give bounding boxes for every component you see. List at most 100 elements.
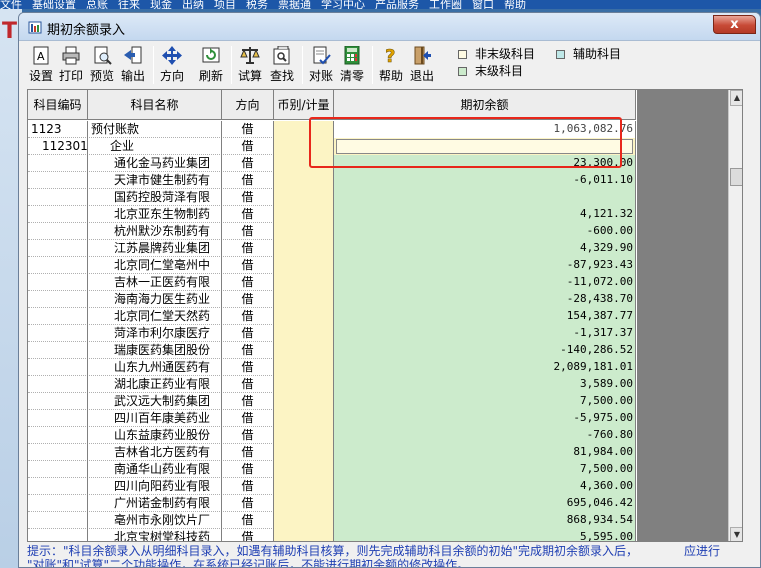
cell-name[interactable]: 预付账款: [88, 121, 222, 138]
cell-name[interactable]: 南通华山药业有限: [88, 461, 222, 478]
cell-amount[interactable]: 868,934.54: [334, 512, 636, 529]
scroll-down-icon[interactable]: ▼: [730, 527, 742, 541]
app-menu-item[interactable]: 学习中心: [321, 0, 365, 9]
cell-amount[interactable]: -1,317.37: [334, 325, 636, 342]
cell-name[interactable]: 四川百年康美药业: [88, 410, 222, 427]
cell-code[interactable]: [28, 308, 88, 325]
cell-direction[interactable]: 借: [222, 172, 274, 189]
table-row[interactable]: 海南海力医生药业借 -28,438.70: [28, 291, 636, 308]
cell-name[interactable]: 北京同仁堂天然药: [88, 308, 222, 325]
table-row[interactable]: 四川百年康美药业借 -5,975.00: [28, 410, 636, 427]
cell-direction[interactable]: 借: [222, 121, 274, 138]
table-row[interactable]: 国药控股菏泽有限借: [28, 189, 636, 206]
cell-amount[interactable]: -28,438.70: [334, 291, 636, 308]
table-row[interactable]: 广州诺金制药有限借 695,046.42: [28, 495, 636, 512]
cell-code[interactable]: [28, 512, 88, 529]
cell-name[interactable]: 北京亚东生物制药: [88, 206, 222, 223]
app-menu-item[interactable]: 项目: [214, 0, 236, 9]
print-button[interactable]: 打印: [57, 46, 85, 86]
table-row[interactable]: 武汉远大制药集团借 7,500.00: [28, 393, 636, 410]
cell-name[interactable]: 吉林省北方医药有: [88, 444, 222, 461]
cell-currency[interactable]: [274, 121, 334, 138]
cell-code[interactable]: [28, 155, 88, 172]
table-row[interactable]: 杭州默沙东制药有借 -600.00: [28, 223, 636, 240]
cell-name[interactable]: 菏泽市利尔康医疗: [88, 325, 222, 342]
cell-code[interactable]: [28, 461, 88, 478]
cell-name[interactable]: 国药控股菏泽有限: [88, 189, 222, 206]
cell-name[interactable]: 湖北康正药业有限: [88, 376, 222, 393]
cell-currency[interactable]: [274, 240, 334, 257]
table-row[interactable]: 湖北康正药业有限借 3,589.00: [28, 376, 636, 393]
cell-amount[interactable]: 5,595.00: [334, 529, 636, 541]
cell-code[interactable]: [28, 206, 88, 223]
cell-code[interactable]: [28, 257, 88, 274]
cell-amount[interactable]: 3,589.00: [334, 376, 636, 393]
table-row[interactable]: 北京宝树堂科技药借 5,595.00: [28, 529, 636, 541]
cell-name[interactable]: 广州诺金制药有限: [88, 495, 222, 512]
find-button[interactable]: 查找: [268, 46, 296, 86]
app-menu-item[interactable]: 税务: [246, 0, 268, 9]
cell-currency[interactable]: [274, 189, 334, 206]
cell-name[interactable]: 通化金马药业集团: [88, 155, 222, 172]
direction-button[interactable]: 方向: [158, 46, 186, 86]
app-menu-item[interactable]: 产品服务: [375, 0, 419, 9]
cell-currency[interactable]: [274, 257, 334, 274]
cell-currency[interactable]: [274, 325, 334, 342]
cell-amount[interactable]: 2,089,181.01: [334, 359, 636, 376]
cell-direction[interactable]: 借: [222, 155, 274, 172]
reconcile-button[interactable]: 对账: [307, 46, 335, 86]
cell-currency[interactable]: [274, 512, 334, 529]
cell-code[interactable]: [28, 342, 88, 359]
cell-code[interactable]: [28, 189, 88, 206]
cell-direction[interactable]: 借: [222, 274, 274, 291]
app-menu-item[interactable]: 出纳: [182, 0, 204, 9]
cell-direction[interactable]: 借: [222, 444, 274, 461]
table-row[interactable]: 南通华山药业有限借 7,500.00: [28, 461, 636, 478]
app-menu-item[interactable]: 窗口: [472, 0, 494, 9]
cell-amount[interactable]: -5,975.00: [334, 410, 636, 427]
header-amount[interactable]: 期初余额: [334, 90, 636, 120]
cell-code[interactable]: [28, 410, 88, 427]
cell-amount[interactable]: 1,063,082.76: [334, 121, 636, 138]
cell-code[interactable]: [28, 529, 88, 541]
table-row[interactable]: 山东九州通医药有借 2,089,181.01: [28, 359, 636, 376]
cell-code[interactable]: [28, 427, 88, 444]
close-button[interactable]: x: [713, 15, 756, 34]
cell-code[interactable]: [28, 274, 88, 291]
cell-direction[interactable]: 借: [222, 325, 274, 342]
cell-currency[interactable]: [274, 495, 334, 512]
cell-name[interactable]: 山东益康药业股份: [88, 427, 222, 444]
table-row[interactable]: 北京同仁堂亳州中借 -87,923.43: [28, 257, 636, 274]
cell-amount[interactable]: 23,300.00: [334, 155, 636, 172]
app-menu-item[interactable]: 现金: [150, 0, 172, 9]
scroll-thumb[interactable]: [730, 168, 742, 186]
cell-direction[interactable]: 借: [222, 342, 274, 359]
cell-direction[interactable]: 借: [222, 376, 274, 393]
trial-balance-button[interactable]: 试算: [236, 46, 264, 86]
cell-amount[interactable]: 4,360.00: [334, 478, 636, 495]
cell-currency[interactable]: [274, 444, 334, 461]
cell-currency[interactable]: [274, 393, 334, 410]
cell-code[interactable]: [28, 240, 88, 257]
cell-name[interactable]: 天津市健生制药有: [88, 172, 222, 189]
cell-currency[interactable]: [274, 138, 334, 155]
exit-button[interactable]: 退出: [408, 46, 436, 86]
amount-editor[interactable]: [336, 139, 633, 154]
cell-amount[interactable]: 81,984.00: [334, 444, 636, 461]
cell-direction[interactable]: 借: [222, 308, 274, 325]
cell-direction[interactable]: 借: [222, 529, 274, 541]
cell-name[interactable]: 海南海力医生药业: [88, 291, 222, 308]
cell-direction[interactable]: 借: [222, 427, 274, 444]
cell-amount[interactable]: -760.80: [334, 427, 636, 444]
cell-code[interactable]: [28, 172, 88, 189]
cell-name[interactable]: 杭州默沙东制药有: [88, 223, 222, 240]
cell-currency[interactable]: [274, 342, 334, 359]
vertical-scrollbar[interactable]: ▲ ▼: [728, 90, 742, 541]
table-row[interactable]: 江苏晨牌药业集团借 4,329.90: [28, 240, 636, 257]
cell-currency[interactable]: [274, 223, 334, 240]
cell-amount[interactable]: 154,387.77: [334, 308, 636, 325]
cell-currency[interactable]: [274, 461, 334, 478]
cell-direction[interactable]: 借: [222, 257, 274, 274]
table-row[interactable]: 亳州市永刚饮片厂借 868,934.54: [28, 512, 636, 529]
cell-amount[interactable]: [334, 138, 636, 155]
